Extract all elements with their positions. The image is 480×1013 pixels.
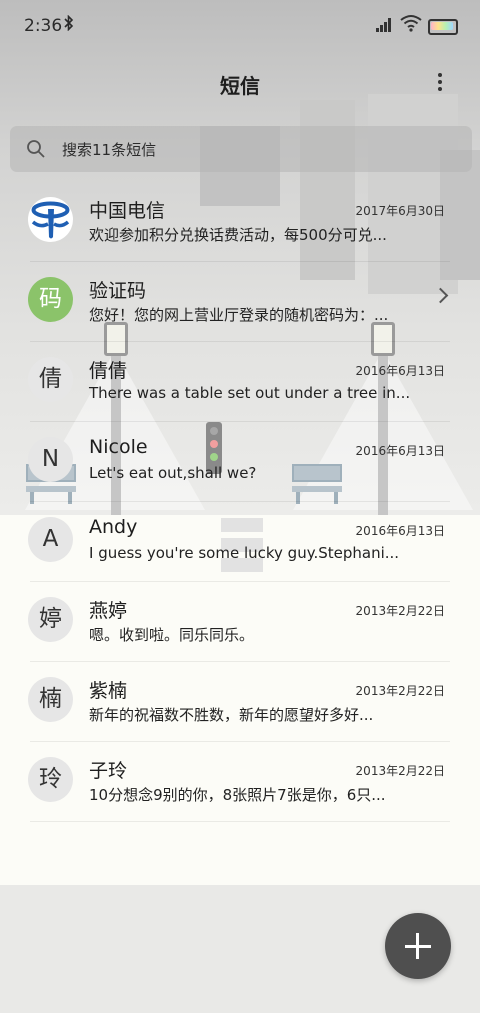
message-date: 2013年2月22日 — [355, 604, 445, 618]
search-bar[interactable]: 搜索11条短信 — [10, 126, 472, 172]
avatar: 倩 — [28, 357, 73, 402]
list-item[interactable]: 玲 子玲 2013年2月22日 10分想念9别的你，8张照片7张是你，6只... — [0, 742, 480, 822]
search-icon — [27, 140, 45, 158]
list-item[interactable]: 倩 倩倩 2016年6月13日 There was a table set ou… — [0, 342, 480, 422]
message-snippet: 新年的祝福数不胜数，新年的愿望好多好... — [89, 706, 374, 724]
search-placeholder: 搜索11条短信 — [62, 141, 157, 159]
battery-icon — [428, 19, 458, 35]
message-snippet: Let's eat out,shall we? — [89, 464, 257, 482]
bluetooth-icon — [64, 14, 74, 35]
compose-button[interactable] — [385, 913, 451, 979]
avatar: 楠 — [28, 677, 73, 722]
sender-name: 倩倩 — [89, 360, 128, 382]
sender-name: 中国电信 — [89, 200, 166, 222]
sender-name: Nicole — [89, 436, 148, 458]
message-snippet: 10分想念9别的你，8张照片7张是你，6只... — [89, 786, 386, 804]
sender-name: 验证码 — [89, 280, 147, 302]
list-item[interactable]: 楠 紫楠 2013年2月22日 新年的祝福数不胜数，新年的愿望好多好... — [0, 662, 480, 742]
message-date: 2013年2月22日 — [355, 764, 445, 778]
message-date: 2016年6月13日 — [355, 524, 445, 538]
message-snippet: There was a table set out under a tree i… — [89, 384, 411, 402]
avatar: N — [28, 437, 73, 482]
chevron-right-icon[interactable] — [432, 287, 449, 304]
message-snippet: 您好！您的网上营业厅登录的随机密码为：... — [89, 306, 389, 324]
message-snippet: 嗯。收到啦。同乐同乐。 — [89, 626, 255, 644]
page-title: 短信 — [220, 74, 260, 98]
message-date: 2013年2月22日 — [355, 684, 445, 698]
signal-icon — [376, 18, 394, 32]
status-bar: 2:36 — [0, 0, 480, 52]
more-vertical-icon[interactable] — [430, 70, 450, 98]
list-item[interactable]: A Andy 2016年6月13日 I guess you're some lu… — [0, 502, 480, 582]
message-date: 2017年6月30日 — [355, 204, 445, 218]
sender-name: 子玲 — [89, 760, 128, 782]
sender-name: Andy — [89, 516, 138, 538]
list-item[interactable]: N Nicole 2016年6月13日 Let's eat out,shall … — [0, 422, 480, 502]
list-item[interactable]: 码 验证码 您好！您的网上营业厅登录的随机密码为：... — [0, 262, 480, 342]
avatar: 婷 — [28, 597, 73, 642]
status-time: 2:36 — [24, 16, 63, 36]
message-date: 2016年6月13日 — [355, 444, 445, 458]
avatar: A — [28, 517, 73, 562]
list-item[interactable]: 婷 燕婷 2013年2月22日 嗯。收到啦。同乐同乐。 — [0, 582, 480, 662]
message-list: 中国电信 2017年6月30日 欢迎参加积分兑换话费活动，每500分可兑... … — [0, 182, 480, 822]
sender-name: 燕婷 — [89, 600, 128, 622]
message-snippet: 欢迎参加积分兑换话费活动，每500分可兑... — [89, 226, 387, 244]
message-date: 2016年6月13日 — [355, 364, 445, 378]
china-telecom-logo-icon — [28, 197, 73, 242]
avatar: 玲 — [28, 757, 73, 802]
list-item[interactable]: 中国电信 2017年6月30日 欢迎参加积分兑换话费活动，每500分可兑... — [0, 182, 480, 262]
avatar: 码 — [28, 277, 73, 322]
message-snippet: I guess you're some lucky guy.Stephani..… — [89, 544, 400, 562]
wifi-icon — [400, 14, 422, 32]
sender-name: 紫楠 — [89, 680, 128, 702]
